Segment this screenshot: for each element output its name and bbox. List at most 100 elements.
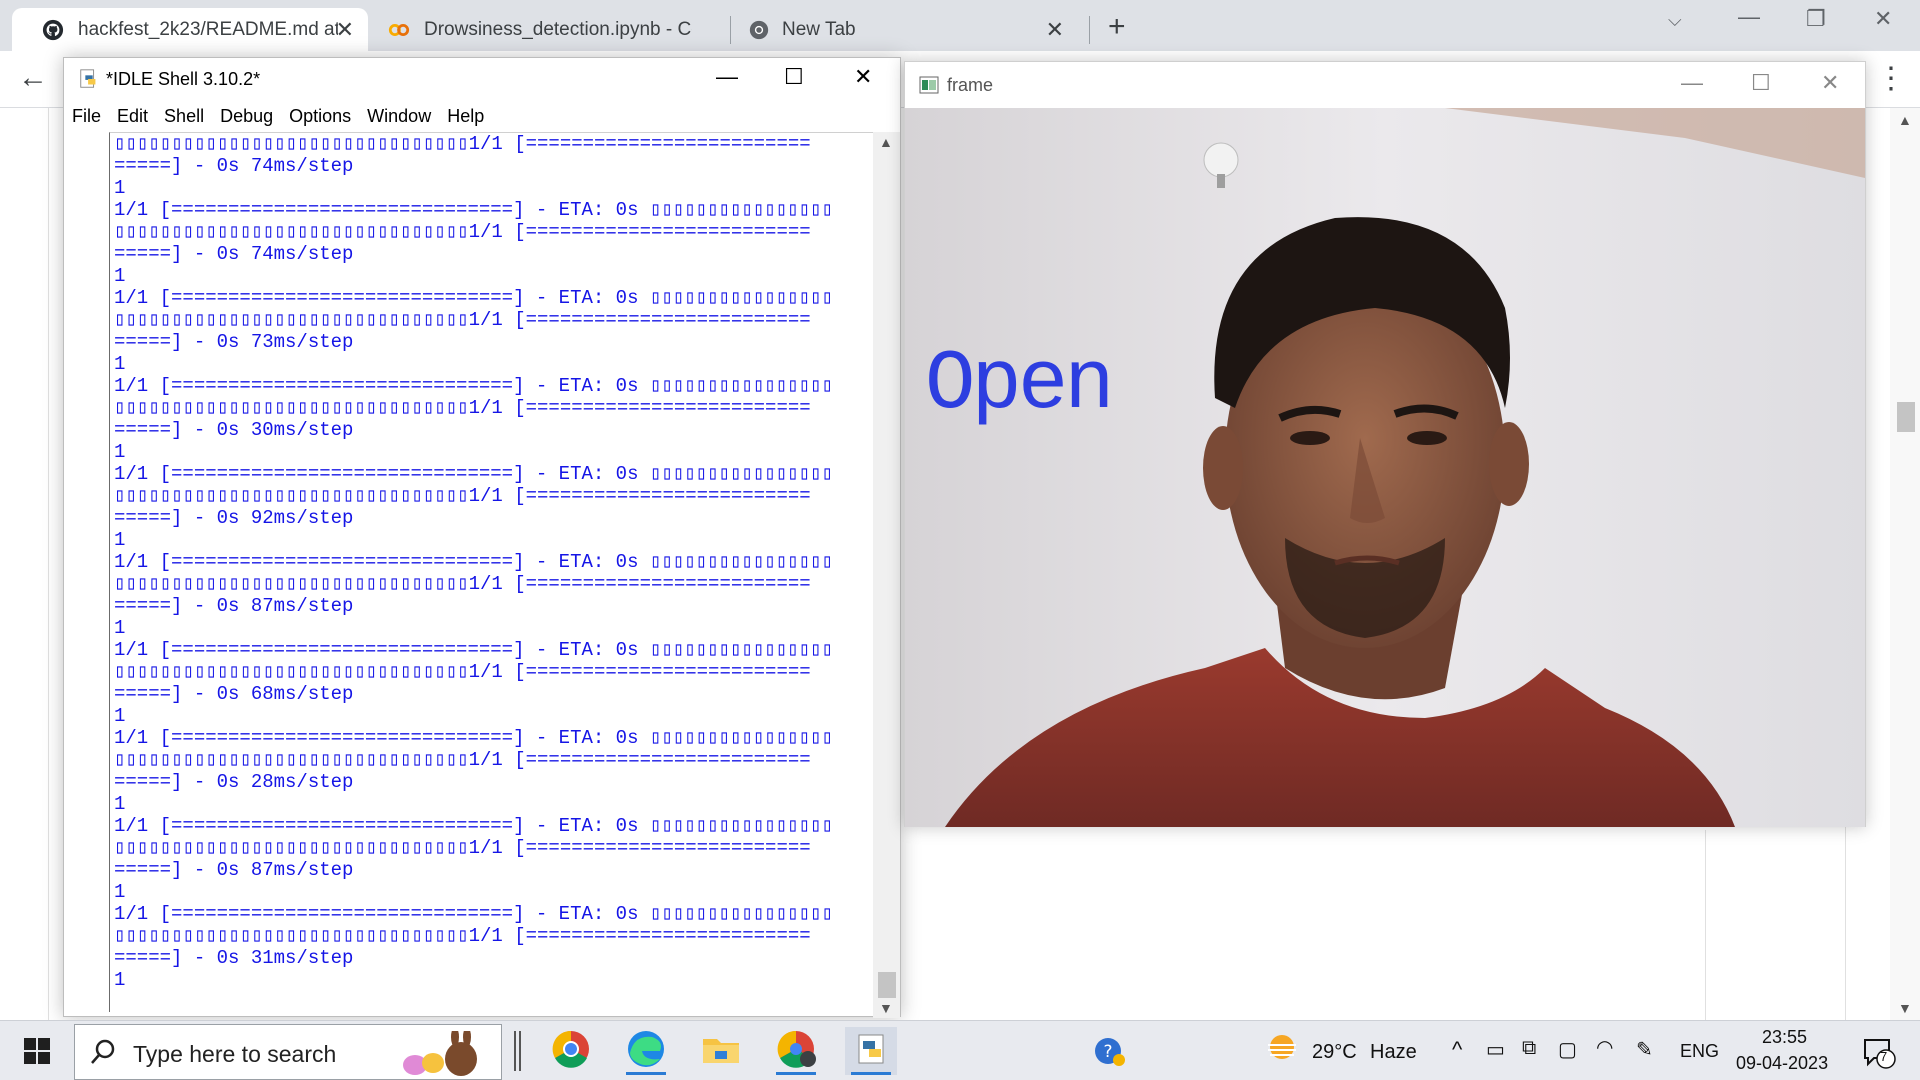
chrome-profile-icon [777,1030,816,1068]
close-icon[interactable]: ✕ [336,17,354,43]
image-window-icon [919,76,939,94]
python-idle-icon [858,1034,884,1064]
taskbar-python-idle[interactable] [845,1027,897,1075]
shell-scrollbar[interactable]: ▲ ▼ [873,132,900,1018]
console-line: ▯▯▯▯▯▯▯▯▯▯▯▯▯▯▯▯▯▯▯▯▯▯▯▯▯▯▯▯▯▯▯1/1 [====… [114,133,811,155]
tab-label: hackfest_2k23/README.md at m [78,19,338,40]
page-divider [48,108,49,1020]
menu-help[interactable]: Help [439,102,492,132]
restore-icon[interactable]: ❐ [1806,6,1826,32]
scroll-thumb[interactable] [1897,402,1915,432]
console-line: ▯▯▯▯▯▯▯▯▯▯▯▯▯▯▯▯▯▯▯▯▯▯▯▯▯▯▯▯▯▯▯1/1 [====… [114,397,811,419]
taskbar-chrome-profile[interactable] [770,1027,822,1075]
menu-window[interactable]: Window [359,102,439,132]
weather-haze-icon [1268,1035,1296,1059]
more-menu-icon[interactable]: ⋮ [1876,61,1906,96]
close-icon[interactable]: ✕ [1821,70,1839,96]
scroll-thumb[interactable] [878,972,896,998]
wifi-icon[interactable]: ◠ [1596,1035,1613,1060]
tab-search-icon[interactable]: ⌵ [1668,10,1682,31]
notification-icon[interactable] [1862,1037,1896,1069]
taskbar-file-explorer[interactable] [695,1027,747,1075]
notification-count: 7 [1880,1049,1888,1064]
console-line: ▯▯▯▯▯▯▯▯▯▯▯▯▯▯▯▯▯▯▯▯▯▯▯▯▯▯▯▯▯▯▯1/1 [====… [114,749,811,771]
scroll-down-icon[interactable]: ▼ [879,1000,893,1016]
console-line: ▯▯▯▯▯▯▯▯▯▯▯▯▯▯▯▯▯▯▯▯▯▯▯▯▯▯▯▯▯▯▯1/1 [====… [114,837,811,859]
console-line: 1/1 [==============================] - E… [114,639,833,661]
close-icon[interactable]: ✕ [854,64,872,90]
console-line: =====] - 0s 73ms/step [114,331,354,353]
clock-time[interactable]: 23:55 [1762,1027,1807,1048]
menu-options[interactable]: Options [281,102,359,132]
weather-temp[interactable]: 29°C [1312,1041,1357,1064]
pen-icon[interactable]: ✎ [1636,1037,1653,1062]
menu-file[interactable]: File [64,102,109,132]
menu-edit[interactable]: Edit [109,102,156,132]
minimize-icon[interactable]: — [1681,70,1703,96]
shell-output-area[interactable]: ▯▯▯▯▯▯▯▯▯▯▯▯▯▯▯▯▯▯▯▯▯▯▯▯▯▯▯▯▯▯▯1/1 [====… [109,132,885,1012]
taskbar-edge[interactable] [620,1027,672,1075]
device-icon[interactable]: ⧉ [1522,1037,1536,1060]
new-tab-button[interactable]: + [1108,10,1126,44]
chrome-icon [749,20,769,40]
close-icon[interactable]: ✕ [1046,17,1064,43]
console-line: =====] - 0s 87ms/step [114,859,354,881]
easter-bunny-icon [403,1031,477,1076]
battery-icon[interactable]: ▭ [1486,1037,1505,1062]
webcam-frame: Open [905,108,1865,827]
file-explorer-icon [703,1039,739,1063]
console-line: 1 [114,529,126,551]
console-line: =====] - 0s 30ms/step [114,419,354,441]
tab-readme[interactable]: hackfest_2k23/README.md at m ✕ [12,8,368,51]
meet-now-icon[interactable]: ▢ [1558,1037,1577,1062]
webcam-image [905,108,1865,827]
tab-new-tab[interactable]: New Tab ✕ [736,8,1088,51]
weather-condition[interactable]: Haze [1370,1041,1417,1064]
console-line: 1 [114,441,126,463]
tab-label: New Tab [782,19,856,40]
console-output: ▯▯▯▯▯▯▯▯▯▯▯▯▯▯▯▯▯▯▯▯▯▯▯▯▯▯▯▯▯▯▯1/1 [====… [114,133,833,991]
chevron-up-icon[interactable]: ^ [1452,1037,1462,1063]
scroll-down-icon[interactable]: ▼ [1898,1000,1912,1016]
console-line: 1/1 [==============================] - E… [114,463,833,485]
running-indicator [626,1072,666,1075]
console-line: =====] - 0s 68ms/step [114,683,354,705]
menu-shell[interactable]: Shell [156,102,212,132]
windows-start-icon[interactable] [24,1038,50,1064]
console-line: =====] - 0s 31ms/step [114,947,354,969]
console-line: =====] - 0s 92ms/step [114,507,354,529]
idle-title-bar[interactable]: *IDLE Shell 3.10.2* — ☐ ✕ [64,58,900,102]
clock-date[interactable]: 09-04-2023 [1736,1053,1828,1074]
tab-label: Drowsiness_detection.ipynb - Co [424,19,692,40]
minimize-icon[interactable]: — [1738,4,1760,30]
tab-colab[interactable]: Drowsiness_detection.ipynb - Co [370,8,732,51]
console-line: 1/1 [==============================] - E… [114,375,833,397]
eye-state-label: Open [925,338,1115,433]
language-indicator[interactable]: ENG [1680,1041,1719,1062]
close-icon[interactable]: ✕ [1874,6,1892,32]
console-line: 1 [114,617,126,639]
browser-tab-bar: hackfest_2k23/README.md at m ✕ Drowsines… [0,0,1920,51]
back-arrow-icon[interactable]: ← [18,61,48,95]
console-line: 1 [114,353,126,375]
running-indicator [851,1072,891,1075]
maximize-icon[interactable]: ☐ [784,64,804,90]
scroll-up-icon[interactable]: ▲ [879,134,893,150]
help-icon[interactable]: ? [1094,1037,1126,1067]
search-placeholder: Type here to search [133,1041,337,1067]
menu-debug[interactable]: Debug [212,102,281,132]
minimize-icon[interactable]: — [716,64,738,90]
console-line: ▯▯▯▯▯▯▯▯▯▯▯▯▯▯▯▯▯▯▯▯▯▯▯▯▯▯▯▯▯▯▯1/1 [====… [114,485,811,507]
console-line: 1/1 [==============================] - E… [114,815,833,837]
frame-title-bar[interactable]: frame — ☐ ✕ [905,62,1865,108]
console-line: 1/1 [==============================] - E… [114,903,833,925]
console-line: =====] - 0s 28ms/step [114,771,354,793]
console-line: ▯▯▯▯▯▯▯▯▯▯▯▯▯▯▯▯▯▯▯▯▯▯▯▯▯▯▯▯▯▯▯1/1 [====… [114,661,811,683]
colab-icon [388,24,410,36]
scroll-up-icon[interactable]: ▲ [1898,112,1912,128]
github-icon [42,19,64,41]
maximize-icon[interactable]: ☐ [1751,70,1771,96]
taskbar-chrome[interactable] [545,1027,597,1075]
page-scrollbar[interactable]: ▲ ▼ [1890,108,1920,1020]
taskbar-search-box[interactable]: Type here to search [74,1024,502,1080]
